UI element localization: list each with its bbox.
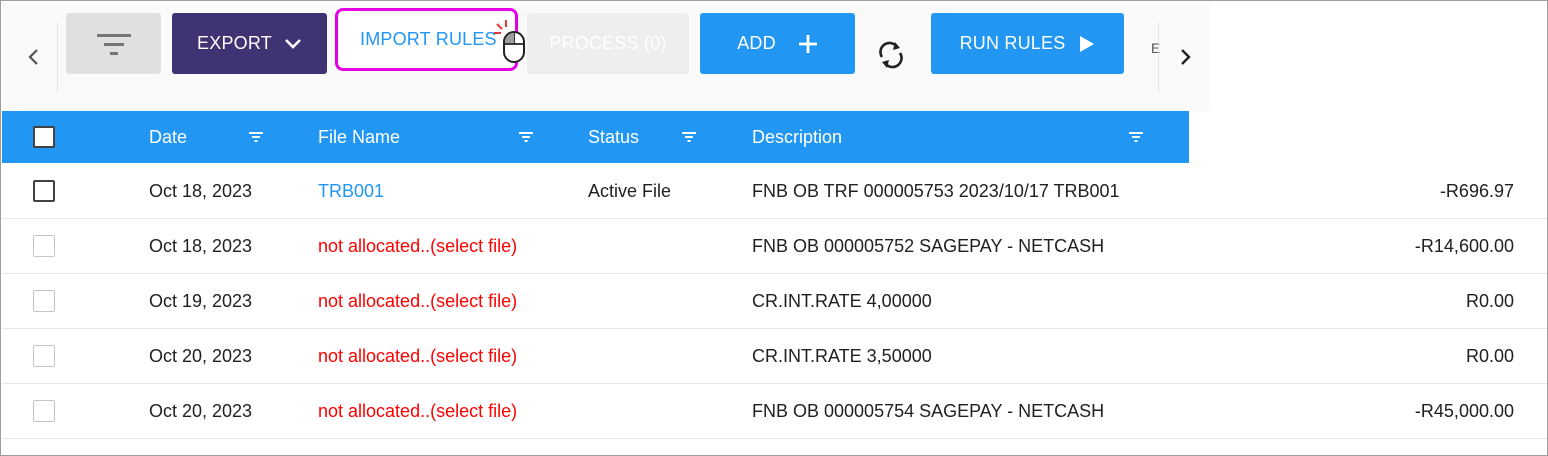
table-row[interactable]: Oct 20, 2023 not allocated..(select file… xyxy=(2,384,1547,439)
column-header-status: Status xyxy=(588,127,640,147)
table-header: Date File Name Status Description xyxy=(2,111,1189,163)
row-select-file-link[interactable]: not allocated..(select file) xyxy=(318,236,517,257)
row-description: CR.INT.RATE 3,50000 xyxy=(752,346,932,366)
row-date: Oct 18, 2023 xyxy=(149,236,253,256)
column-filter-icon[interactable] xyxy=(1129,131,1143,143)
add-label: ADD xyxy=(737,33,776,53)
add-button[interactable]: ADD xyxy=(700,13,855,74)
column-header-date: Date xyxy=(149,127,188,147)
chevron-down-icon xyxy=(285,38,301,49)
row-status: Active File xyxy=(588,181,672,201)
row-description: CR.INT.RATE 4,00000 xyxy=(752,291,932,311)
run-rules-label: RUN RULES xyxy=(959,33,1066,53)
run-rules-button[interactable]: RUN RULES xyxy=(931,13,1124,74)
play-icon xyxy=(1080,35,1095,52)
mouse-click-icon xyxy=(494,20,525,63)
column-filter-icon[interactable] xyxy=(682,131,696,143)
process-label: PROCESS (0) xyxy=(549,33,667,53)
column-filter-icon[interactable] xyxy=(519,131,533,143)
row-file-link[interactable]: TRB001 xyxy=(318,181,384,202)
app-frame: EXPORT IMPORT RULES PROCESS (0) ADD RUN … xyxy=(0,0,1548,456)
row-checkbox[interactable] xyxy=(33,400,55,422)
row-select-file-link[interactable]: not allocated..(select file) xyxy=(318,401,517,422)
refresh-button[interactable] xyxy=(868,32,914,78)
scroll-right-button[interactable] xyxy=(1158,22,1211,92)
row-checkbox[interactable] xyxy=(33,290,55,312)
row-checkbox[interactable] xyxy=(33,180,55,202)
row-select-file-link[interactable]: not allocated..(select file) xyxy=(318,291,517,312)
toolbar: EXPORT IMPORT RULES PROCESS (0) ADD RUN … xyxy=(2,2,1211,111)
table-row[interactable]: Oct 18, 2023 not allocated..(select file… xyxy=(2,219,1547,274)
process-button[interactable]: PROCESS (0) xyxy=(527,13,689,74)
row-amount: -R45,000.00 xyxy=(1414,401,1514,421)
row-description: FNB OB TRF 000005753 2023/10/17 TRB001 xyxy=(752,181,1120,201)
row-amount: -R696.97 xyxy=(1439,181,1514,201)
row-select-file-link[interactable]: not allocated..(select file) xyxy=(318,346,517,367)
row-date: Oct 18, 2023 xyxy=(149,181,253,201)
chevron-left-icon xyxy=(27,49,38,65)
export-button[interactable]: EXPORT xyxy=(172,13,327,74)
refresh-icon xyxy=(879,41,903,69)
import-rules-label: IMPORT RULES xyxy=(360,29,497,49)
row-date: Oct 19, 2023 xyxy=(149,291,253,311)
column-filter-icon[interactable] xyxy=(249,131,263,143)
table-row[interactable]: Oct 19, 2023 not allocated..(select file… xyxy=(2,274,1547,329)
row-date: Oct 20, 2023 xyxy=(149,401,253,421)
filter-button[interactable] xyxy=(66,13,161,74)
row-date: Oct 20, 2023 xyxy=(149,346,253,366)
plus-icon xyxy=(798,34,817,53)
table-row[interactable]: Oct 18, 2023 TRB001 Active File FNB OB T… xyxy=(2,164,1547,219)
row-amount: R0.00 xyxy=(1465,291,1514,311)
export-label: EXPORT xyxy=(197,33,272,53)
row-amount: R0.00 xyxy=(1465,346,1514,366)
filter-icon xyxy=(96,33,131,55)
row-amount: -R14,600.00 xyxy=(1414,236,1514,256)
row-description: FNB OB 000005752 SAGEPAY - NETCASH xyxy=(752,236,1105,256)
column-header-description: Description xyxy=(752,127,843,147)
table-row[interactable]: Oct 20, 2023 not allocated..(select file… xyxy=(2,329,1547,384)
row-checkbox[interactable] xyxy=(33,345,55,367)
import-rules-button[interactable]: IMPORT RULES xyxy=(335,8,518,71)
row-description: FNB OB 000005754 SAGEPAY - NETCASH xyxy=(752,401,1105,421)
scroll-left-button[interactable] xyxy=(10,22,58,92)
row-checkbox[interactable] xyxy=(33,235,55,257)
select-all-checkbox[interactable] xyxy=(33,126,55,148)
chevron-right-icon xyxy=(1181,49,1191,65)
column-header-file-name: File Name xyxy=(318,127,401,147)
